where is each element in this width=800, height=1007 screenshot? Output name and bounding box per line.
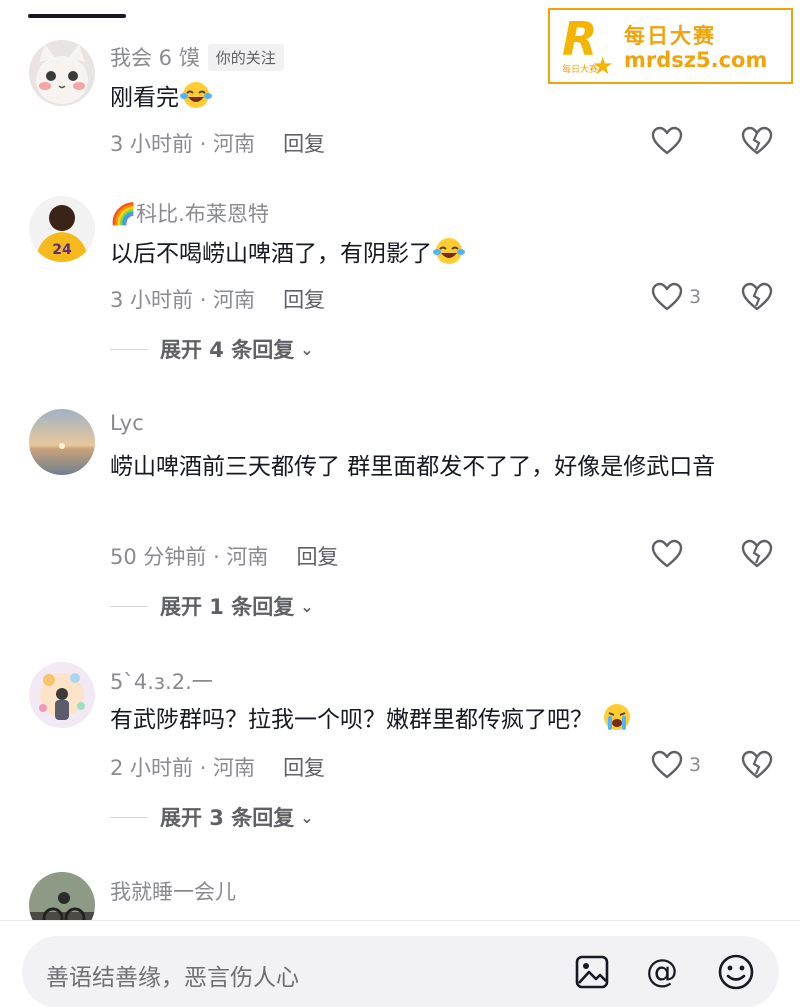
reply-button[interactable]: 回复 xyxy=(283,756,325,780)
broken-heart-icon xyxy=(741,126,773,155)
top-tab-indicator xyxy=(28,14,126,18)
divider xyxy=(110,605,148,607)
username[interactable]: 我就睡一会儿 xyxy=(110,876,236,906)
chevron-down-icon: ⌄ xyxy=(300,807,314,827)
svg-text:24: 24 xyxy=(52,242,72,258)
expand-replies-button[interactable]: 展开 4 条回复 ⌄ xyxy=(110,334,314,364)
username[interactable]: 5`4.ɜ.2.一 xyxy=(110,666,213,696)
comment-input-bar: 善语结善缘，恶言伤人心 @ xyxy=(0,920,800,1007)
reply-button[interactable]: 回复 xyxy=(296,545,338,569)
like-button[interactable]: 3 xyxy=(651,282,701,312)
heart-icon xyxy=(651,539,683,568)
username[interactable]: 我会 6 馍你的关注 xyxy=(110,42,284,72)
comment-meta: 3 小时前 · 河南 回复 xyxy=(110,128,325,158)
username[interactable]: 🌈科比.布莱恩特 xyxy=(110,198,269,228)
laughing-tears-emoji-icon xyxy=(433,238,465,264)
svg-text:@: @ xyxy=(646,952,678,990)
broken-heart-icon xyxy=(741,282,773,311)
comment-text: 以后不喝崂山啤酒了，有阴影了 xyxy=(110,232,760,276)
watermark: R ★ 每日大赛 每日大赛 mrdsz5.com xyxy=(548,8,793,84)
chevron-down-icon: ⌄ xyxy=(300,339,314,359)
avatar[interactable] xyxy=(29,409,95,475)
dislike-button[interactable] xyxy=(741,282,773,316)
mention-icon[interactable]: @ xyxy=(642,952,682,992)
comment-input[interactable]: 善语结善缘，恶言伤人心 @ xyxy=(22,936,779,1007)
like-count: 3 xyxy=(689,754,702,776)
broken-heart-icon xyxy=(741,750,773,779)
comment-meta: 50 分钟前 · 河南 回复 xyxy=(110,541,338,571)
dislike-button[interactable] xyxy=(741,750,773,784)
reply-button[interactable]: 回复 xyxy=(283,132,325,156)
comment-time: 50 分钟前 · 河南 xyxy=(110,545,269,569)
watermark-logo: R ★ 每日大赛 xyxy=(562,12,614,80)
like-button[interactable] xyxy=(651,126,683,156)
like-button[interactable] xyxy=(651,539,683,569)
dislike-button[interactable] xyxy=(741,539,773,573)
expand-replies-button[interactable]: 展开 1 条回复 ⌄ xyxy=(110,591,314,621)
divider xyxy=(110,816,148,818)
comment-time: 2 小时前 · 河南 xyxy=(110,756,256,780)
reply-button[interactable]: 回复 xyxy=(283,288,325,312)
image-icon[interactable] xyxy=(572,952,612,992)
comment-input-placeholder: 善语结善缘，恶言伤人心 xyxy=(46,965,299,991)
laughing-tears-emoji-icon xyxy=(180,82,212,108)
comment-time: 3 小时前 · 河南 xyxy=(110,288,256,312)
heart-icon xyxy=(651,282,683,311)
like-button[interactable]: 3 xyxy=(651,750,701,780)
heart-icon xyxy=(651,750,683,779)
expand-replies-button[interactable]: 展开 3 条回复 ⌄ xyxy=(110,802,314,832)
chevron-down-icon: ⌄ xyxy=(300,596,314,616)
avatar[interactable]: 24 xyxy=(29,196,95,262)
emoji-icon[interactable] xyxy=(716,952,756,992)
dislike-button[interactable] xyxy=(741,126,773,160)
avatar[interactable] xyxy=(29,40,95,106)
divider xyxy=(110,348,148,350)
comment-text: 有武陟群吗？拉我一个呗？嫩群里都传疯了吧？ xyxy=(110,698,760,742)
comment-text: 崂山啤酒前三天都传了 群里面都发不了了，好像是修武口音 xyxy=(110,454,716,480)
comment-time: 3 小时前 · 河南 xyxy=(110,132,256,156)
comment-meta: 2 小时前 · 河南 回复 xyxy=(110,752,325,782)
avatar[interactable] xyxy=(29,662,95,728)
watermark-brand: 每日大赛 xyxy=(624,24,716,48)
comment-meta: 3 小时前 · 河南 回复 xyxy=(110,284,325,314)
crying-emoji-icon xyxy=(604,704,631,730)
follow-badge: 你的关注 xyxy=(207,44,284,71)
watermark-url: mrdsz5.com xyxy=(624,48,768,72)
broken-heart-icon xyxy=(741,539,773,568)
heart-icon xyxy=(651,126,683,155)
username[interactable]: Lyc xyxy=(110,411,144,435)
like-count: 3 xyxy=(689,286,702,308)
